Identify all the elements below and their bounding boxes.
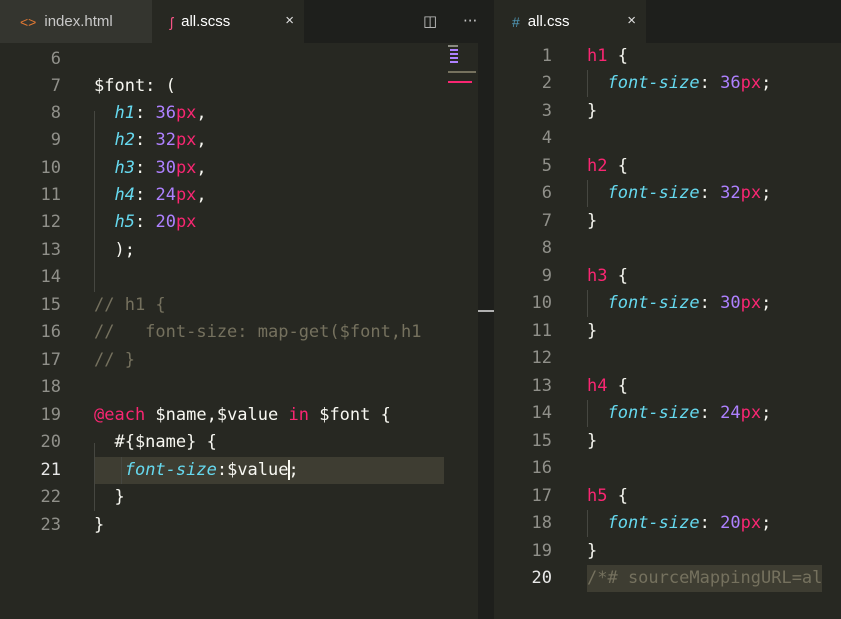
code-line-current: 21 font-size:$value; [40,460,299,480]
code-line: 2 font-size: 36px; [541,73,772,93]
tab-label: index.html [44,13,113,30]
code-line: 14 [40,267,61,287]
split-editor-icon[interactable]: ◫ [423,12,437,30]
code-line: 6 font-size: 32px; [541,183,772,203]
code-line: 7} [541,211,598,231]
code-line: 15} [531,431,598,451]
code-line: 11 h4: 24px, [40,185,207,205]
sass-icon: ʃ [170,13,174,30]
tab-index-html[interactable]: <> index.html [0,0,152,43]
code-line: 16 [531,458,552,478]
code-line-current: 20/*# sourceMappingURL=al [494,565,841,592]
code-line: 20 #{$name} { [40,432,217,452]
scrollbar-thumb[interactable] [478,310,494,312]
code-line: 18 [40,377,61,397]
left-tab-bar: <> index.html ʃ all.scss × ◫ ··· [0,0,494,43]
scss-editor[interactable]: 6 7 $font: ( 8 h1: 36px, 9 h2: 32px, 10 h… [0,43,444,619]
right-tab-bar: # all.css × [494,0,841,43]
code-line: 14 font-size: 24px; [531,403,772,423]
code-line: 16// font-size: map-get($font,h1 [40,322,422,342]
code-line: 8 [541,238,552,258]
code-line: 18 font-size: 20px; [531,513,772,533]
tab-all-css[interactable]: # all.css × [494,0,646,43]
tab-label: all.scss [181,13,231,30]
code-line: 13 ); [40,240,135,260]
text-cursor [287,460,290,480]
code-line: 6 [50,49,61,69]
more-icon[interactable]: ··· [463,12,477,30]
code-line: 11} [531,321,598,341]
hash-icon: # [512,13,520,30]
code-line: 19} [531,541,598,561]
code-line: 12 [531,348,552,368]
code-icon: <> [20,13,37,30]
tab-label: all.css [527,13,570,30]
code-line: 1 h1 { [541,46,628,66]
code-line: 12 h5: 20px [40,212,197,232]
code-line: 9 h3 { [541,266,628,286]
code-line: 23} [40,515,105,535]
code-line: 5 h2 { [541,156,628,176]
code-line: 8 h1: 36px, [50,103,207,123]
minimap[interactable] [444,43,478,619]
code-line: 22 } [40,487,125,507]
code-line: 4 [541,128,552,148]
code-line: 3} [541,101,598,121]
code-line: 15// h1 { [40,295,166,315]
css-editor[interactable]: 1 h1 { 2 font-size: 36px; 3} 4 5 h2 { 6 fo… [494,43,841,619]
code-line: 9 h2: 32px, [50,130,207,150]
code-line: 17// } [40,350,135,370]
code-line: 10 font-size: 30px; [531,293,772,313]
close-icon[interactable]: × [627,12,636,29]
tab-all-scss[interactable]: ʃ all.scss × [152,0,304,43]
close-icon[interactable]: × [285,12,294,29]
code-line: 13 h4 { [531,376,628,396]
code-line: 10 h3: 30px, [40,158,207,178]
code-line: 19 @each $name,$value in $font { [40,405,391,425]
code-line: 7 $font: ( [50,76,176,96]
code-line: 17 h5 { [531,486,628,506]
